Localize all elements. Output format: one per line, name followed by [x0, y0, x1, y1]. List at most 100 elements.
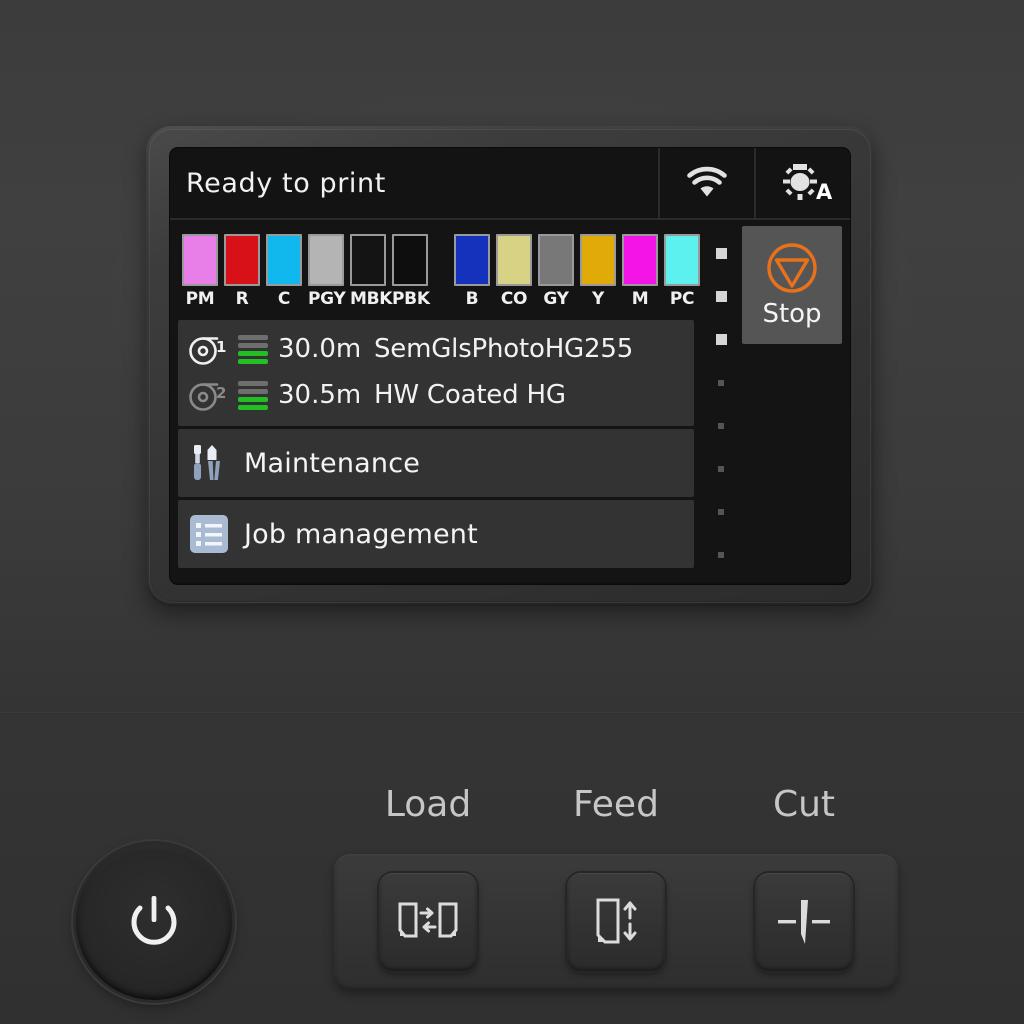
ink-tank-r[interactable]: R [224, 234, 260, 309]
ink-swatch-gy [538, 234, 574, 286]
scroll-dot-slot [718, 361, 724, 404]
ink-label-gy: GY [538, 289, 574, 309]
menu-row-maintenance[interactable]: Maintenance [178, 429, 694, 497]
ink-level-section[interactable]: PM RC PGY MBKPBK B CO GY YM PC [174, 228, 700, 317]
roll-remaining-length: 30.5m [278, 380, 364, 410]
roll-row-1[interactable]: 130.0mSemGlsPhotoHG255 [188, 326, 684, 372]
scrollbar[interactable] [700, 220, 742, 582]
load-paper-button[interactable] [379, 873, 477, 971]
roll-media-type: SemGlsPhotoHG255 [374, 334, 633, 364]
ink-swatch-pgy [308, 234, 344, 286]
ink-swatch-pbk [392, 234, 428, 286]
cut-paper-icon [772, 890, 836, 954]
job-list-icon [188, 513, 230, 555]
ink-tank-gy[interactable]: GY [538, 234, 574, 309]
scroll-dot-slot [716, 275, 727, 318]
ink-tank-b[interactable]: B [454, 234, 490, 309]
cut-paper-button[interactable] [755, 873, 853, 971]
scroll-dot-active[interactable] [716, 248, 727, 259]
ink-tank-pm[interactable]: PM [182, 234, 218, 309]
load-paper-icon [396, 890, 460, 954]
ink-label-pm: PM [182, 289, 218, 309]
ink-tank-pgy[interactable]: PGY [308, 234, 344, 309]
scroll-dot-slot [718, 490, 724, 533]
stop-button-label: Stop [762, 299, 821, 329]
scroll-dot-inactive[interactable] [718, 380, 724, 386]
ink-label-pc: PC [664, 289, 700, 309]
status-bar: Ready to print [170, 148, 850, 220]
roll-row-2[interactable]: 2 30.5m HW Coated HG [188, 372, 684, 418]
key-label-feed: Feed [522, 784, 710, 840]
key-label-load: Load [334, 784, 522, 840]
ink-swatch-r [224, 234, 260, 286]
ink-label-pgy: PGY [308, 289, 344, 309]
feed-paper-button[interactable] [567, 873, 665, 971]
ink-swatch-co [496, 234, 532, 286]
roll-level-indicator [238, 381, 268, 410]
roll-level-indicator [238, 335, 268, 364]
stop-column: Stop [742, 220, 850, 582]
ink-tank-pc[interactable]: PC [664, 234, 700, 309]
ink-swatch-pm [182, 234, 218, 286]
roll-media-type: HW Coated HG [374, 380, 566, 410]
roll-media-block[interactable]: 130.0mSemGlsPhotoHG255 2 30.5m HW Coated HG [178, 320, 694, 426]
screen-content: PM RC PGY MBKPBK B CO GY YM PC 130.0mSemGlsPhot… [170, 220, 850, 582]
scroll-dot-active[interactable] [716, 334, 727, 345]
ink-swatch-y [580, 234, 616, 286]
roll-paper-icon: 1 [188, 331, 228, 367]
lcd-screen[interactable]: Ready to print [170, 148, 850, 584]
ink-label-c: C [266, 289, 302, 309]
ink-swatch-mbk [350, 234, 386, 286]
panel-key-labels: Load Feed Cut [334, 784, 898, 840]
printer-status-text: Ready to print [170, 148, 658, 218]
printer-control-panel: Ready to print [0, 0, 1024, 1024]
ink-swatch-pc [664, 234, 700, 286]
ink-tank-y[interactable]: Y [580, 234, 616, 309]
level-bar [238, 397, 268, 402]
level-bar [238, 381, 268, 386]
power-icon [123, 891, 185, 953]
wifi-status-cell[interactable] [658, 148, 754, 218]
scroll-dot-inactive[interactable] [718, 423, 724, 429]
ink-swatch-c [266, 234, 302, 286]
menu-row-job-management[interactable]: Job management [178, 500, 694, 568]
scroll-dot-slot [716, 232, 727, 275]
ink-group-left: PM RC PGY MBKPBK [182, 234, 428, 309]
ink-label-co: CO [496, 289, 532, 309]
menu-label-maintenance: Maintenance [244, 448, 420, 479]
menu-list-column: PM RC PGY MBKPBK B CO GY YM PC 130.0mSemGlsPhot… [170, 220, 700, 582]
scroll-dot-slot [716, 318, 727, 361]
ink-tank-mbk[interactable]: MBK [350, 234, 386, 309]
ink-tank-c[interactable]: C [266, 234, 302, 309]
feed-paper-icon [584, 890, 648, 954]
ink-label-r: R [224, 289, 260, 309]
scroll-dot-slot [718, 447, 724, 490]
wifi-icon [685, 166, 729, 200]
lamp-auto-icon: A [774, 163, 832, 203]
lamp-auto-cell[interactable]: A [754, 148, 850, 218]
scroll-dot-inactive[interactable] [718, 466, 724, 472]
scroll-dot-active[interactable] [716, 291, 727, 302]
svg-text:1: 1 [216, 338, 226, 356]
roll-paper-icon: 2 [188, 377, 228, 413]
power-button[interactable] [76, 844, 232, 1000]
scroll-dot-slot [718, 533, 724, 576]
stop-triangle-icon [765, 241, 819, 295]
stop-button[interactable]: Stop [742, 226, 842, 344]
scroll-dot-inactive[interactable] [718, 509, 724, 515]
scroll-dot-inactive[interactable] [718, 552, 724, 558]
screen-bezel: Ready to print [146, 126, 874, 606]
ink-group-right: B CO GY YM PC [454, 234, 700, 309]
ink-tank-pbk[interactable]: PBK [392, 234, 428, 309]
level-bar [238, 405, 268, 410]
ink-label-m: M [622, 289, 658, 309]
ink-label-y: Y [580, 289, 616, 309]
level-bar [238, 335, 268, 340]
level-bar [238, 389, 268, 394]
panel-key-tray [334, 854, 898, 990]
key-label-cut: Cut [710, 784, 898, 840]
ink-tank-m[interactable]: M [622, 234, 658, 309]
level-bar [238, 359, 268, 364]
scroll-dot-slot [718, 404, 724, 447]
ink-tank-co[interactable]: CO [496, 234, 532, 309]
